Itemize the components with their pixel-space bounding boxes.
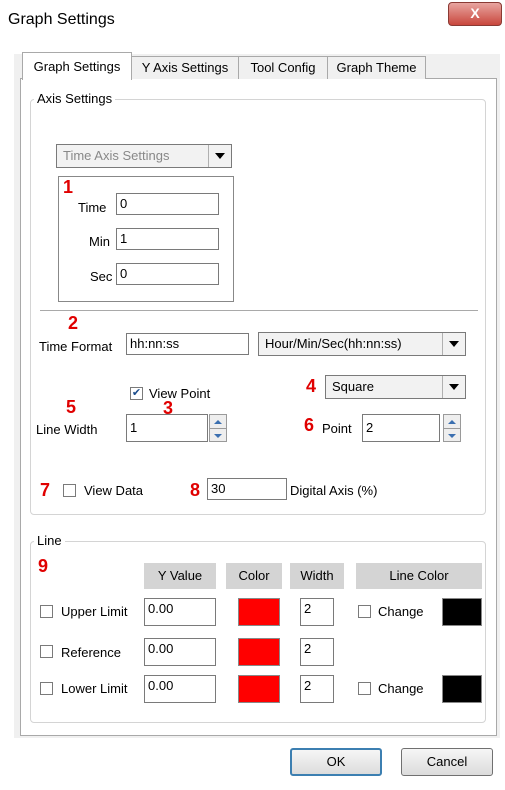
callout-6: 6 xyxy=(304,415,315,435)
upper-limit-color-swatch[interactable] xyxy=(238,598,280,626)
point-shape-select[interactable]: Square xyxy=(325,375,466,399)
view-point-label: View Point xyxy=(149,386,211,401)
lower-limit-y-input[interactable]: 0.00 xyxy=(144,675,216,703)
close-button[interactable]: X xyxy=(448,2,502,26)
lower-limit-color-swatch[interactable] xyxy=(238,675,280,703)
upper-limit-line-color-swatch[interactable] xyxy=(442,598,482,626)
upper-limit-width-input[interactable]: 2 xyxy=(300,598,334,626)
callout-2: 2 xyxy=(68,313,79,333)
lower-limit-label: Lower Limit xyxy=(61,681,128,696)
tab-tool-config[interactable]: Tool Config xyxy=(238,56,328,79)
chevron-down-icon xyxy=(208,145,231,167)
tab-y-axis-settings[interactable]: Y Axis Settings xyxy=(131,56,239,79)
header-line-color: Line Color xyxy=(356,563,482,589)
callout-1: 1 xyxy=(63,177,74,197)
point-label: Point xyxy=(322,421,352,436)
digital-axis-label: Digital Axis (%) xyxy=(290,483,378,498)
ok-button[interactable]: OK xyxy=(290,748,382,776)
lower-limit-change-checkbox[interactable] xyxy=(358,682,371,695)
title-bar: Graph Settings X xyxy=(0,0,505,40)
view-data-label: View Data xyxy=(84,483,144,498)
callout-7: 7 xyxy=(40,480,51,500)
axis-settings-label: Axis Settings xyxy=(34,91,116,106)
close-icon: X xyxy=(470,5,480,21)
view-point-checkbox[interactable]: ✔ xyxy=(130,387,143,400)
spin-up-icon[interactable] xyxy=(210,415,226,429)
callout-4: 4 xyxy=(306,376,317,396)
separator xyxy=(40,310,478,312)
line-group-label: Line xyxy=(34,533,65,548)
lower-limit-checkbox[interactable] xyxy=(40,682,53,695)
cancel-button[interactable]: Cancel xyxy=(401,748,493,776)
check-icon: ✔ xyxy=(131,387,142,399)
point-input[interactable]: 2 xyxy=(362,414,440,442)
point-shape-select-value: Square xyxy=(332,379,374,394)
upper-limit-checkbox[interactable] xyxy=(40,605,53,618)
time-format-select-value: Hour/Min/Sec(hh:nn:ss) xyxy=(265,336,402,351)
line-width-spinner[interactable] xyxy=(209,414,227,442)
reference-checkbox[interactable] xyxy=(40,645,53,658)
spin-down-icon[interactable] xyxy=(444,429,460,442)
tab-graph-theme[interactable]: Graph Theme xyxy=(327,56,426,79)
digital-axis-input[interactable]: 30 xyxy=(207,478,287,500)
tab-graph-settings[interactable]: Graph Settings xyxy=(22,52,132,80)
reference-color-swatch[interactable] xyxy=(238,638,280,666)
upper-limit-change-checkbox[interactable] xyxy=(358,605,371,618)
header-y-value: Y Value xyxy=(144,563,216,589)
callout-9: 9 xyxy=(38,556,49,576)
lower-limit-width-input[interactable]: 2 xyxy=(300,675,334,703)
time-label: Time xyxy=(78,200,107,215)
reference-label: Reference xyxy=(61,645,121,660)
time-format-select[interactable]: Hour/Min/Sec(hh:nn:ss) xyxy=(258,332,466,356)
header-width: Width xyxy=(290,563,344,589)
callout-5: 5 xyxy=(66,397,77,417)
min-label: Min xyxy=(89,234,110,249)
lower-limit-change-label: Change xyxy=(378,681,424,696)
chevron-down-icon xyxy=(442,333,465,355)
time-input[interactable]: 0 xyxy=(116,193,219,215)
line-width-label: Line Width xyxy=(36,422,98,437)
view-data-checkbox[interactable] xyxy=(63,484,76,497)
point-spinner[interactable] xyxy=(443,414,461,442)
time-format-input[interactable]: hh:nn:ss xyxy=(126,333,249,355)
time-axis-select[interactable]: Time Axis Settings xyxy=(56,144,232,168)
line-width-input[interactable]: 1 xyxy=(126,414,208,442)
sec-label: Sec xyxy=(90,269,113,284)
window-title: Graph Settings xyxy=(8,11,115,28)
callout-8: 8 xyxy=(190,480,201,500)
upper-limit-y-input[interactable]: 0.00 xyxy=(144,598,216,626)
spin-down-icon[interactable] xyxy=(210,429,226,442)
min-input[interactable]: 1 xyxy=(116,228,219,250)
upper-limit-label: Upper Limit xyxy=(61,604,128,619)
time-axis-select-value: Time Axis Settings xyxy=(63,148,170,163)
lower-limit-line-color-swatch[interactable] xyxy=(442,675,482,703)
reference-width-input[interactable]: 2 xyxy=(300,638,334,666)
upper-limit-change-label: Change xyxy=(378,604,424,619)
spin-up-icon[interactable] xyxy=(444,415,460,429)
sec-input[interactable]: 0 xyxy=(116,263,219,285)
chevron-down-icon xyxy=(442,376,465,398)
reference-y-input[interactable]: 0.00 xyxy=(144,638,216,666)
header-color: Color xyxy=(226,563,282,589)
time-format-label: Time Format xyxy=(39,339,113,354)
